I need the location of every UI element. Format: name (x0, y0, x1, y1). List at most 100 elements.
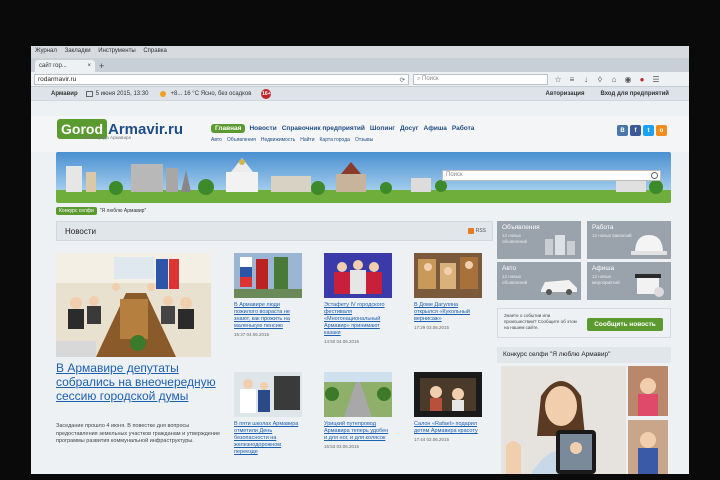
menu-bookmarks[interactable]: Закладки (65, 48, 91, 54)
rss-label: RSS (475, 228, 486, 234)
age-rating-badge: 16+ (261, 88, 272, 99)
facebook-icon[interactable]: f (630, 125, 641, 136)
main-news-photo[interactable] (56, 253, 211, 357)
news-title-4[interactable]: В пяти школах Армавира отметили День без… (234, 421, 302, 456)
site-search-input[interactable]: Поиск (442, 170, 661, 181)
council-meeting-photo (56, 253, 211, 357)
news-thumb-5 (324, 372, 392, 417)
category-ads-label: Объявления (502, 224, 540, 231)
browser-search-input[interactable]: ⌕ Поиск (413, 73, 548, 85)
news-section-header: Новости RSS (56, 221, 493, 241)
news-title-6[interactable]: Салон «Rafael» подарил детям Армавира кр… (414, 421, 482, 435)
site-header: Gorod Armavir.ru Сайт города Армавира Гл… (31, 116, 689, 152)
news-item-2[interactable]: Эстафету IV городского фестиваля «Многон… (324, 253, 392, 344)
site-search-placeholder: Поиск (446, 172, 463, 178)
subnav-auto[interactable]: Авто (211, 137, 222, 143)
monitor-frame: Журнал Закладки Инструменты Справка сайт… (0, 0, 720, 480)
nav-home[interactable]: Главная (211, 124, 246, 133)
menu-tools[interactable]: Инструменты (98, 48, 135, 54)
news-date-6: 17:44 02.06.2015 (414, 437, 450, 442)
news-title-2[interactable]: Эстафету IV городского фестиваля «Многон… (324, 302, 392, 337)
category-auto-label: Авто (502, 265, 517, 272)
city-banner: Поиск (56, 152, 671, 203)
weather-text: +8... 16 °С Ясно, без осадков (170, 90, 252, 97)
selfie-contest-header: Конкурс селфи "Я люблю Армавир" (497, 347, 671, 363)
selfie-thumbnails[interactable] (628, 366, 668, 474)
contest-strip: Конкурс селфи "Я люблю Армавир" (56, 207, 146, 215)
nav-news[interactable]: Новости (248, 124, 277, 133)
current-date: 5 июня 2015, 13:30 (95, 90, 149, 97)
news-item-5[interactable]: Урицкий путепровод Армавира теперь удобе… (324, 372, 392, 449)
shield-icon[interactable]: ◉ (624, 75, 632, 84)
twitter-icon[interactable]: t (643, 125, 654, 136)
rss-icon (467, 228, 474, 234)
addon-icon[interactable]: ● (638, 75, 646, 84)
hamburger-menu-icon[interactable]: ☰ (652, 75, 660, 84)
business-login-link[interactable]: Вход для предприятий (600, 91, 669, 97)
hard-hat-icon (631, 235, 667, 255)
film-reel-icon (635, 274, 664, 297)
menu-history[interactable]: Журнал (35, 48, 57, 54)
city-name: Армавир (51, 90, 78, 97)
news-item-1[interactable]: В Армавире люди пожилого возраста не зна… (234, 253, 302, 337)
odnoklassniki-icon[interactable]: о (656, 125, 667, 136)
bookmarks-list-icon[interactable]: ≡ (568, 75, 576, 84)
sub-nav: Авто Объявления Недвижимость Найти Карта… (211, 137, 373, 143)
close-icon[interactable]: × (87, 63, 91, 69)
category-jobs[interactable]: Работа 12 новых вакансий (587, 221, 671, 259)
subnav-reviews[interactable]: Отзывы (355, 137, 373, 143)
pocket-icon[interactable]: ◊ (596, 75, 604, 84)
nav-directory[interactable]: Справочник предприятий (281, 124, 366, 133)
news-date-2: 14:50 04.06.2015 (324, 339, 360, 344)
selfie-thumbnails-strip (628, 366, 668, 474)
home-icon[interactable]: ⌂ (610, 75, 618, 84)
rss-link[interactable]: RSS (467, 228, 486, 234)
navigation-toolbar: rodarmavir.ru ⟳ ⌕ Поиск ☆ ≡ ↓ ◊ ⌂ ◉ ● ☰ (31, 72, 689, 87)
nav-leisure[interactable]: Досуг (399, 124, 420, 133)
main-news-text: Заседание прошло 4 июня. В повестке дня … (56, 423, 221, 444)
new-tab-button[interactable]: + (99, 60, 104, 72)
tab-active[interactable]: сайт гор... × (35, 60, 95, 72)
category-auto[interactable]: Авто 12 новых объявлений (497, 262, 581, 300)
category-events-label: Афиша (592, 265, 615, 272)
news-thumb-1 (234, 253, 302, 298)
contest-text[interactable]: "Я люблю Армавир" (100, 208, 146, 214)
search-icon[interactable] (651, 172, 658, 179)
report-news-button[interactable]: Сообщить новость (587, 318, 663, 331)
report-news-box: Знаете о событии или происшествии? Сообщ… (497, 308, 671, 338)
login-link[interactable]: Авторизация (546, 91, 585, 97)
subnav-ads[interactable]: Объявления (227, 137, 256, 143)
site-top-strip: Армавир 5 июня 2015, 13:30 +8... 16 °С Я… (31, 87, 689, 101)
news-title-5[interactable]: Урицкий путепровод Армавира теперь удобе… (324, 421, 392, 442)
nav-jobs[interactable]: Работа (451, 124, 476, 133)
category-ads[interactable]: Объявления 12 новых объявлений (497, 221, 581, 259)
url-bar[interactable]: rodarmavir.ru ⟳ (34, 73, 409, 85)
selfie-contest-photo[interactable] (501, 366, 626, 474)
tab-strip: сайт гор... × + (31, 58, 689, 72)
main-nav: Главная Новости Справочник предприятий Ш… (211, 124, 475, 133)
news-date-1: 16:37 04.06.2015 (234, 332, 270, 337)
subnav-find[interactable]: Найти (300, 137, 314, 143)
subnav-realty[interactable]: Недвижимость (261, 137, 295, 143)
contest-tag[interactable]: Конкурс селфи (56, 207, 97, 215)
news-title-1[interactable]: В Армавире люди пожилого возраста не зна… (234, 302, 302, 330)
news-item-4[interactable]: В пяти школах Армавира отметили День без… (234, 372, 302, 458)
report-news-text: Знаете о событии или происшествии? Сообщ… (504, 313, 577, 330)
download-icon[interactable]: ↓ (582, 75, 590, 84)
social-links: В f t о (617, 125, 667, 136)
bookmark-star-icon[interactable]: ☆ (554, 75, 562, 84)
nav-shopping[interactable]: Шопинг (369, 124, 396, 133)
menu-help[interactable]: Справка (143, 48, 167, 54)
subnav-map[interactable]: Карта города (320, 137, 350, 143)
news-item-6[interactable]: Салон «Rafael» подарил детям Армавира кр… (414, 372, 482, 442)
reload-icon[interactable]: ⟳ (400, 76, 405, 84)
main-news-title[interactable]: В Армавире депутаты собрались на внеочер… (56, 361, 221, 403)
news-title-3[interactable]: В Доме Дагуляна открылся «Кукольный верн… (414, 302, 482, 323)
calendar-icon (85, 90, 93, 97)
news-thumb-3 (414, 253, 482, 298)
vk-icon[interactable]: В (617, 125, 628, 136)
nav-events[interactable]: Афиша (423, 124, 448, 133)
category-events[interactable]: Афиша 12 новых мероприятий (587, 262, 671, 300)
news-item-3[interactable]: В Доме Дагуляна открылся «Кукольный верн… (414, 253, 482, 330)
news-thumb-6 (414, 372, 482, 417)
